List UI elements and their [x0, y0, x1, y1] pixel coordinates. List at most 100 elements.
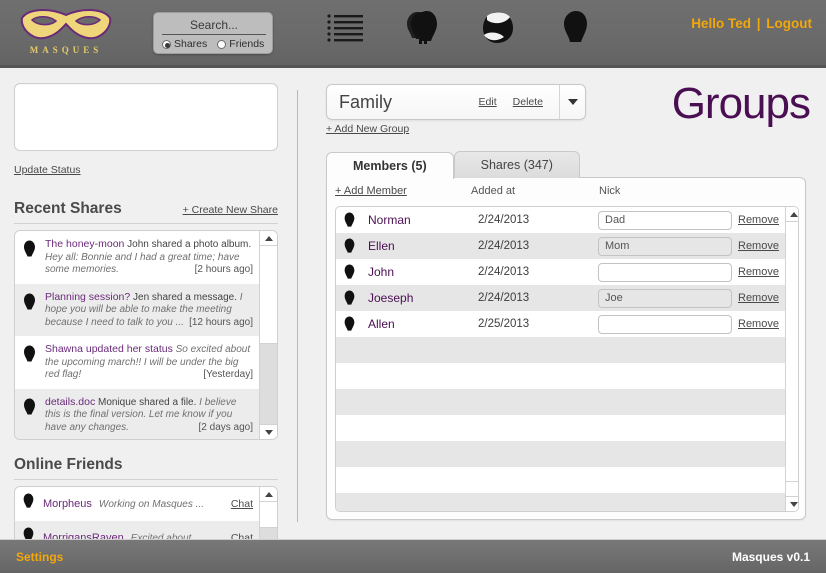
member-nick-cell	[598, 236, 738, 256]
tab-shares[interactable]: Shares (347)	[453, 151, 580, 178]
chevron-down-icon[interactable]	[559, 85, 585, 119]
scroll-down-button[interactable]	[785, 496, 798, 511]
add-member-link[interactable]: + Add Member	[335, 185, 471, 197]
recent-shares-scrollbar[interactable]	[259, 231, 277, 439]
remove-member-link[interactable]: Remove	[738, 240, 779, 252]
remove-member-link[interactable]: Remove	[738, 214, 779, 226]
person-icon[interactable]	[553, 8, 593, 53]
friend-name[interactable]: Morpheus	[43, 498, 92, 510]
chevron-up-icon	[264, 235, 273, 241]
radio-friends[interactable]: Friends	[217, 38, 264, 50]
sidebar: Update Status Recent Shares + Create New…	[0, 71, 292, 568]
member-name[interactable]: Joeseph	[368, 291, 478, 305]
settings-link[interactable]: Settings	[16, 550, 63, 564]
radio-shares-label: Shares	[174, 38, 208, 50]
share-title[interactable]: Shawna updated her status	[45, 343, 173, 355]
member-name[interactable]: Ellen	[368, 239, 478, 253]
group-name: Family	[339, 91, 392, 112]
status-input[interactable]	[14, 83, 278, 151]
share-time: [12 hours ago]	[189, 316, 253, 328]
search-box[interactable]: Shares Friends	[153, 12, 273, 54]
member-nick-input[interactable]	[598, 288, 732, 308]
column-nick: Nick	[599, 185, 621, 197]
members-scrollbar[interactable]	[784, 207, 798, 511]
remove-member-link[interactable]: Remove	[738, 318, 779, 330]
member-nick-cell	[598, 262, 738, 282]
person-icon	[21, 493, 36, 515]
online-friends-title: Online Friends	[14, 456, 123, 473]
empty-row	[336, 337, 785, 363]
radio-friends-dot[interactable]	[217, 39, 227, 49]
share-title[interactable]: The honey-moon	[45, 238, 124, 250]
empty-row	[336, 467, 785, 493]
friend-status: Working on Masques ...	[98, 498, 204, 510]
list-item[interactable]: The honey-moon John shared a photo album…	[15, 231, 259, 284]
logout-link[interactable]: Logout	[766, 16, 812, 31]
user-area: Hello Ted | Logout	[691, 16, 812, 31]
table-row[interactable]: John 2/24/2013 Remove	[336, 259, 785, 285]
scroll-up-button[interactable]	[260, 487, 277, 502]
share-text: details.doc Monique shared a file. I bel…	[45, 396, 253, 435]
scroll-up-button[interactable]	[785, 207, 798, 222]
person-icon	[342, 238, 368, 255]
tab-members[interactable]: Members (5)	[326, 152, 454, 179]
masquerade-mask-icon	[20, 9, 112, 40]
tab-bar: Members (5) Shares (347)	[326, 151, 580, 179]
member-name[interactable]: John	[368, 265, 478, 279]
list-item[interactable]: Planning session? Jen shared a message. …	[15, 283, 259, 336]
share-title[interactable]: Planning session?	[45, 291, 130, 303]
share-action: Jen shared a message.	[133, 291, 237, 303]
edit-group-link[interactable]: Edit	[479, 96, 497, 108]
list-item[interactable]: Shawna updated her status So excited abo…	[15, 336, 259, 389]
masked-person-icon[interactable]	[477, 8, 517, 53]
search-input[interactable]	[162, 16, 266, 35]
member-name[interactable]: Allen	[368, 317, 478, 331]
list-item[interactable]: Morpheus Working on Masques ... Chat	[15, 487, 259, 521]
member-nick-input[interactable]	[598, 262, 732, 282]
remove-member-link[interactable]: Remove	[738, 266, 779, 278]
empty-row	[336, 441, 785, 467]
scroll-up-button[interactable]	[260, 231, 277, 246]
scroll-track[interactable]	[785, 222, 798, 496]
scroll-thumb[interactable]	[785, 222, 798, 482]
list-item[interactable]: details.doc Monique shared a file. I bel…	[15, 388, 259, 439]
radio-shares[interactable]: Shares	[162, 38, 207, 50]
member-nick-input[interactable]	[598, 314, 732, 334]
add-new-group-link[interactable]: + Add New Group	[326, 123, 409, 135]
logo[interactable]: MASQUES	[12, 4, 120, 64]
empty-row	[336, 363, 785, 389]
chat-link[interactable]: Chat	[231, 498, 253, 510]
greeting-text: Hello Ted	[691, 16, 751, 31]
member-nick-cell	[598, 288, 738, 308]
member-name[interactable]: Norman	[368, 213, 478, 227]
chevron-up-icon	[790, 211, 798, 217]
online-friends-header: Online Friends	[14, 456, 278, 474]
update-status-link[interactable]: Update Status	[14, 164, 81, 176]
table-row[interactable]: Joeseph 2/24/2013 Remove	[336, 285, 785, 311]
scroll-track[interactable]	[260, 246, 277, 424]
scroll-down-button[interactable]	[260, 424, 277, 439]
person-icon	[21, 396, 39, 435]
scroll-thumb[interactable]	[260, 502, 277, 528]
delete-group-link[interactable]: Delete	[513, 96, 543, 108]
group-selector[interactable]: Family Edit Delete	[326, 84, 586, 120]
recent-shares-rows: The honey-moon John shared a photo album…	[15, 231, 259, 439]
share-title[interactable]: details.doc	[45, 396, 95, 408]
app-header: MASQUES Shares Friends	[0, 0, 826, 68]
person-icon	[342, 212, 368, 229]
member-nick-input[interactable]	[598, 210, 732, 230]
member-nick-input[interactable]	[598, 236, 732, 256]
table-row[interactable]: Allen 2/25/2013 Remove	[336, 311, 785, 337]
scroll-thumb[interactable]	[260, 246, 277, 344]
group-bar: Family Edit Delete + Add New Group Group…	[312, 71, 826, 135]
create-new-share-link[interactable]: + Create New Share	[183, 204, 278, 216]
remove-member-link[interactable]: Remove	[738, 292, 779, 304]
list-icon[interactable]	[325, 10, 365, 51]
table-row[interactable]: Ellen 2/24/2013 Remove	[336, 233, 785, 259]
share-text: The honey-moon John shared a photo album…	[45, 238, 253, 277]
table-row[interactable]: Norman 2/24/2013 Remove	[336, 207, 785, 233]
column-added-at: Added at	[471, 185, 516, 197]
group-people-icon[interactable]	[401, 8, 441, 53]
tab-shares-label: Shares (347)	[480, 158, 553, 172]
radio-shares-dot[interactable]	[162, 39, 171, 49]
